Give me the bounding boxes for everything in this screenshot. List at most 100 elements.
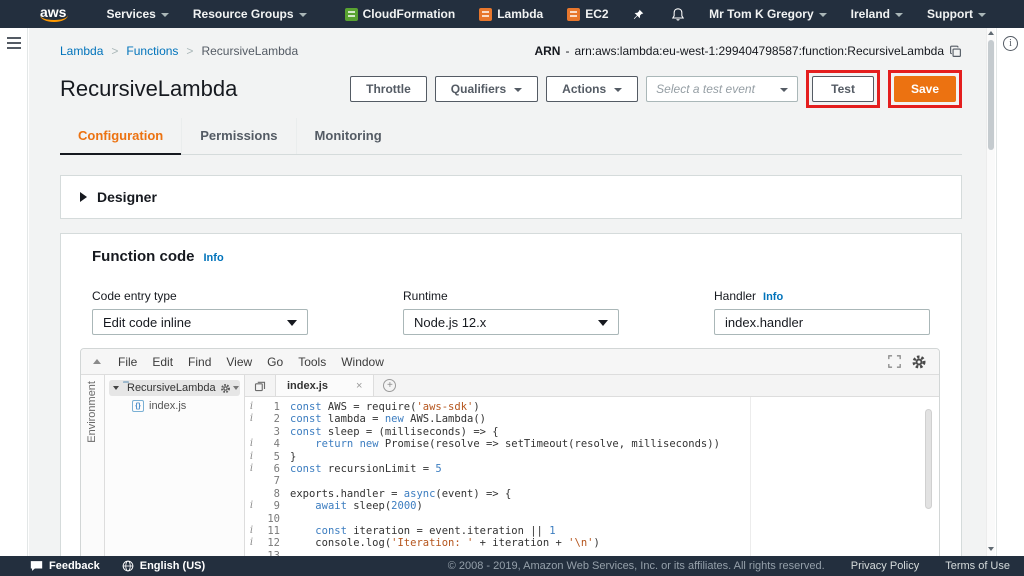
help-info-icon[interactable]: i xyxy=(1003,36,1018,51)
feedback-button[interactable]: Feedback xyxy=(30,560,100,572)
editor-menu-view[interactable]: View xyxy=(226,355,252,369)
chevron-down-icon xyxy=(895,13,903,17)
tab-monitoring[interactable]: Monitoring xyxy=(296,118,400,154)
nav-resource-groups[interactable]: Resource Groups xyxy=(181,0,319,28)
code-lines: i1const AWS = require('aws-sdk')i2const … xyxy=(245,401,939,575)
function-tabs: Configuration Permissions Monitoring xyxy=(60,118,962,155)
new-tab-button[interactable]: + xyxy=(383,379,396,392)
page-scrollbar[interactable] xyxy=(986,28,995,556)
globe-icon xyxy=(122,560,134,572)
editor-settings-gear-icon[interactable] xyxy=(911,354,927,370)
pin-icon xyxy=(633,9,644,20)
nav-support-menu[interactable]: Support xyxy=(915,0,998,28)
editor-menu-edit[interactable]: Edit xyxy=(152,355,173,369)
footer-right: © 2008 - 2019, Amazon Web Services, Inc.… xyxy=(448,560,1010,572)
scrollbar-thumb[interactable] xyxy=(988,40,994,150)
ec2-icon xyxy=(567,8,580,21)
throttle-button[interactable]: Throttle xyxy=(350,76,427,102)
editor-menubar: File Edit Find View Go Tools Window xyxy=(81,349,939,375)
breadcrumb-separator: > xyxy=(186,44,193,58)
code-line: 3const sleep = (milliseconds) => { xyxy=(245,426,939,438)
page-title: RecursiveLambda xyxy=(60,76,237,102)
nav-region-menu[interactable]: Ireland xyxy=(839,0,915,28)
environment-strip[interactable]: Environment xyxy=(81,375,105,576)
editor-menubar-icons xyxy=(888,354,927,370)
right-help-rail: i xyxy=(996,28,1024,556)
footer-bar: Feedback English (US) © 2008 - 2019, Ama… xyxy=(0,556,1024,576)
scroll-up-arrow[interactable] xyxy=(988,31,994,35)
pin-shortcut-button[interactable] xyxy=(621,0,656,28)
close-tab-icon[interactable]: × xyxy=(356,380,362,392)
nav-account-menu[interactable]: Mr Tom K Gregory xyxy=(697,0,838,28)
function-code-title: Function code xyxy=(92,248,195,265)
nav-right-group: Mr Tom K Gregory Ireland Support xyxy=(659,0,998,28)
code-entry-type-select[interactable]: Edit code inline xyxy=(92,309,308,335)
runtime-select[interactable]: Node.js 12.x xyxy=(403,309,619,335)
tree-settings-button[interactable] xyxy=(220,383,239,394)
nav-cloudformation[interactable]: CloudFormation xyxy=(333,0,468,28)
qualifiers-button[interactable]: Qualifiers xyxy=(435,76,538,102)
code-area[interactable]: i1const AWS = require('aws-sdk')i2const … xyxy=(245,397,939,576)
hamburger-menu-icon[interactable] xyxy=(7,37,21,49)
editor-scrollbar-thumb[interactable] xyxy=(925,409,932,509)
chevron-down-icon xyxy=(780,88,788,92)
handler-input[interactable]: index.handler xyxy=(714,309,930,335)
actions-button[interactable]: Actions xyxy=(546,76,638,102)
privacy-policy-link[interactable]: Privacy Policy xyxy=(851,560,919,572)
tree-file-name: index.js xyxy=(149,400,186,412)
code-line: i1const AWS = require('aws-sdk') xyxy=(245,401,939,413)
function-code-info-link[interactable]: Info xyxy=(204,252,224,264)
notifications-button[interactable] xyxy=(659,0,697,28)
terms-of-use-link[interactable]: Terms of Use xyxy=(945,560,1010,572)
collapse-menubar-icon[interactable] xyxy=(93,359,101,364)
code-line: i12 console.log('Iteration: ' + iteratio… xyxy=(245,537,939,549)
designer-panel[interactable]: Designer xyxy=(60,175,962,219)
chevron-down-icon xyxy=(233,386,239,390)
open-files-icon xyxy=(254,380,266,392)
tab-permissions[interactable]: Permissions xyxy=(181,118,295,154)
handler-info-link[interactable]: Info xyxy=(763,291,783,303)
expand-arrow-icon xyxy=(80,192,87,202)
function-arn: ARN - arn:aws:lambda:eu-west-1:299404798… xyxy=(534,44,962,58)
gear-icon xyxy=(220,383,231,394)
file-tree: RecursiveLambda {} index.js xyxy=(105,375,245,576)
nav-lambda[interactable]: Lambda xyxy=(467,0,555,28)
breadcrumb-row: Lambda > Functions > RecursiveLambda ARN… xyxy=(60,44,962,58)
aws-logo[interactable]: aws xyxy=(40,6,66,22)
language-selector[interactable]: English (US) xyxy=(122,560,205,572)
tree-folder-row[interactable]: RecursiveLambda xyxy=(109,380,240,396)
handler-label: Handler Info xyxy=(714,289,930,303)
nav-services[interactable]: Services xyxy=(94,0,180,28)
editor-tab-indexjs[interactable]: index.js × xyxy=(275,375,374,396)
code-line: i11 const iteration = event.iteration ||… xyxy=(245,525,939,537)
editor-menu-window[interactable]: Window xyxy=(341,355,384,369)
breadcrumb-functions[interactable]: Functions xyxy=(126,44,178,58)
lambda-icon xyxy=(479,8,492,21)
chevron-down-icon xyxy=(598,320,608,326)
code-line: i4 return new Promise(resolve => setTime… xyxy=(245,438,939,450)
chevron-down-icon xyxy=(819,13,827,17)
action-buttons: Throttle Qualifiers Actions Select a tes… xyxy=(350,70,962,108)
test-button[interactable]: Test xyxy=(812,76,874,102)
editor-menu-find[interactable]: Find xyxy=(188,355,211,369)
breadcrumb-lambda[interactable]: Lambda xyxy=(60,44,103,58)
breadcrumb-separator: > xyxy=(111,44,118,58)
test-event-placeholder: Select a test event xyxy=(656,82,755,96)
nav-ec2[interactable]: EC2 xyxy=(555,0,620,28)
save-annotation-box: Save xyxy=(888,70,962,108)
code-line: 10 xyxy=(245,513,939,525)
editor-menu-file[interactable]: File xyxy=(118,355,137,369)
editor-menu-go[interactable]: Go xyxy=(267,355,283,369)
test-event-select[interactable]: Select a test event xyxy=(646,76,798,102)
function-code-header: Function code Info xyxy=(92,248,930,265)
copy-icon[interactable] xyxy=(949,45,962,58)
scroll-down-arrow[interactable] xyxy=(988,547,994,551)
tab-configuration[interactable]: Configuration xyxy=(60,118,181,154)
open-files-button[interactable] xyxy=(245,375,275,396)
chevron-down-icon xyxy=(978,13,986,17)
save-button[interactable]: Save xyxy=(894,76,956,102)
fullscreen-icon[interactable] xyxy=(888,355,901,368)
editor-menu-tools[interactable]: Tools xyxy=(298,355,326,369)
tree-file-row[interactable]: {} index.js xyxy=(132,400,244,412)
editor-body: Environment RecursiveLambda xyxy=(81,375,939,576)
